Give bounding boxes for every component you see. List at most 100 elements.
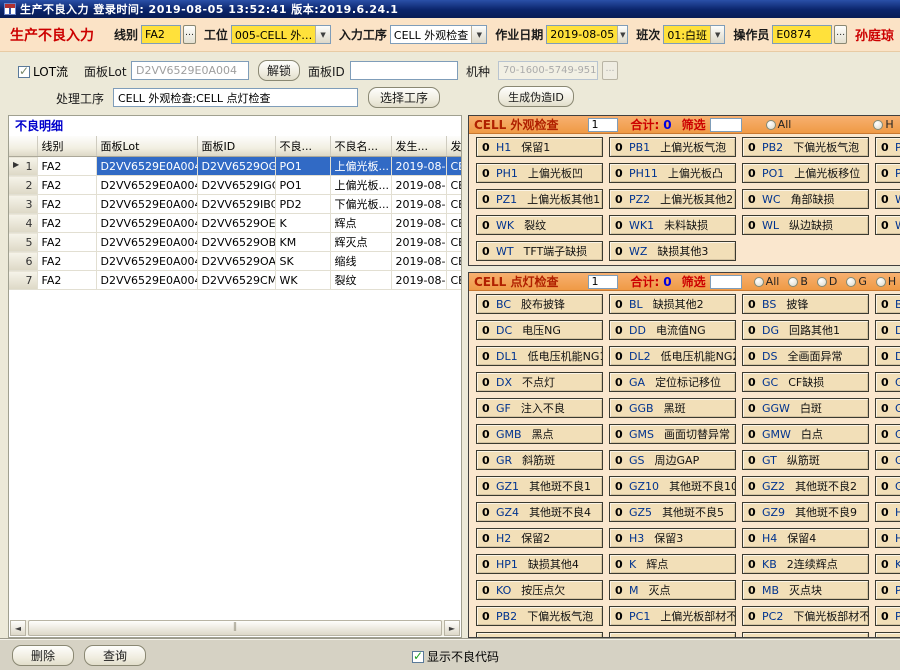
scroll-right-icon[interactable]: ► [444, 620, 460, 636]
defect-button[interactable]: 0D [875, 346, 900, 366]
horizontal-scrollbar[interactable]: ◄ ► [10, 620, 460, 636]
table-row[interactable]: 7FA2D2VV6529E0A004D2VV6529CMBWK裂纹2019-08… [9, 271, 462, 290]
defect-button[interactable]: 0H4保留4 [742, 528, 869, 548]
defect-button[interactable]: 0K [875, 554, 900, 574]
defect-button[interactable]: 0DS全画面异常 [742, 346, 869, 366]
grid-column-header[interactable]: 发生... [391, 136, 446, 157]
chevron-down-icon[interactable]: ▼ [617, 26, 627, 43]
defect-button[interactable]: 0DX不点灯 [476, 372, 603, 392]
defect-button[interactable]: 0BS披锋 [742, 294, 869, 314]
defect-button[interactable]: 0GGB黑斑 [609, 398, 736, 418]
table-row[interactable]: 4FA2D2VV6529E0A004D2VV6529OEEK辉点2019-08-… [9, 214, 462, 233]
line-browse-button[interactable]: … [183, 25, 196, 44]
defect-button[interactable]: 0GGW白斑 [742, 398, 869, 418]
defect-button[interactable]: 0GF注入不良 [476, 398, 603, 418]
defect-button[interactable]: 0G [875, 398, 900, 418]
defect-button[interactable]: 0WZ缺损其他3 [609, 241, 736, 261]
defect-button[interactable]: 0GZ4其他斑不良4 [476, 502, 603, 522]
filter-radio[interactable]: H [876, 275, 896, 288]
defect-button[interactable]: 0KB2连续辉点 [742, 554, 869, 574]
show-codes-checkbox[interactable]: 显示不良代码 [412, 648, 499, 665]
shift-combo[interactable]: 01:白班 ▼ [663, 25, 725, 44]
defect-button[interactable]: 0GZ1其他斑不良1 [476, 476, 603, 496]
defect-button[interactable]: 0WK1未料缺损 [609, 215, 736, 235]
work-date-combo[interactable]: 2019-08-05 ▼ [546, 25, 628, 44]
defect-button[interactable]: 0DD电流值NG [609, 320, 736, 340]
defect-button[interactable]: 0B [875, 294, 900, 314]
defect-button[interactable]: 0P [875, 580, 900, 600]
filter-radio[interactable]: H [873, 118, 893, 131]
defect-button[interactable]: 0P [875, 137, 900, 157]
handle-process-input[interactable]: CELL 外观检查;CELL 点灯检查 [113, 88, 358, 107]
grid-column-header[interactable]: 线别 [37, 136, 96, 157]
defect-button[interactable]: 0GZ5其他斑不良5 [609, 502, 736, 522]
row-header[interactable]: 5 [9, 233, 37, 252]
defect-button[interactable]: 0GS周边GAP [609, 450, 736, 470]
grid-column-header[interactable] [9, 136, 37, 157]
defect-button[interactable]: 0W [875, 215, 900, 235]
generate-fake-id-button[interactable]: 生成伪造ID [498, 86, 574, 107]
defect-button[interactable]: 0K辉点 [609, 554, 736, 574]
defect-button[interactable]: 0GR斜筋斑 [476, 450, 603, 470]
defect-button[interactable]: 0GZ10其他斑不良10 [609, 476, 736, 496]
defect-button[interactable]: 0DL1低电压机能NG1 [476, 346, 603, 366]
defect-button[interactable]: 0MB灭点块 [742, 580, 869, 600]
defect-button[interactable]: 0P [875, 606, 900, 626]
panel-count-input[interactable] [588, 118, 618, 132]
defect-button[interactable]: 0PB1上偏光板气泡 [609, 137, 736, 157]
filter-radio[interactable]: All [766, 118, 792, 131]
row-header[interactable]: 7 [9, 271, 37, 290]
defect-button[interactable]: 0PB2下偏光板气泡 [742, 137, 869, 157]
defect-button[interactable]: 0PH11上偏光板凸 [609, 163, 736, 183]
defect-button[interactable]: 0G [875, 450, 900, 470]
defect-button[interactable]: 0GCCF缺损 [742, 372, 869, 392]
defect-button[interactable]: 0GZ2其他斑不良2 [742, 476, 869, 496]
defect-button[interactable]: 0BL缺损其他2 [609, 294, 736, 314]
panel-count-input[interactable] [588, 275, 618, 289]
table-row[interactable]: ▶1FA2D2VV6529E0A004D2VV6529OGDPO1上偏光板...… [9, 157, 462, 176]
defect-button[interactable]: 0WK裂纹 [476, 215, 603, 235]
panel-lot-input[interactable]: D2VV6529E0A004 [131, 61, 249, 80]
row-header[interactable]: 3 [9, 195, 37, 214]
defect-button[interactable]: 0PZ2上偏光板其他2 [609, 189, 736, 209]
grid-column-header[interactable]: 发生 [446, 136, 462, 157]
process-combo[interactable]: CELL 外观检查 ▼ [390, 25, 487, 44]
operator-field[interactable]: E0874 [772, 25, 832, 44]
filter-radio[interactable]: B [788, 275, 808, 288]
defect-button[interactable]: 0H2保留2 [476, 528, 603, 548]
lot-flow-checkbox[interactable]: LOT流 [18, 63, 68, 80]
defect-button[interactable]: 0WL纵边缺损 [742, 215, 869, 235]
defect-button[interactable]: 0H3保留3 [609, 528, 736, 548]
defect-button[interactable]: 0M灭点 [609, 580, 736, 600]
radio-icon[interactable] [876, 277, 886, 287]
defect-button[interactable]: 0GA定位标记移位 [609, 372, 736, 392]
query-button[interactable]: 查询 [84, 645, 146, 666]
radio-icon[interactable] [754, 277, 764, 287]
defect-button[interactable]: 0PH1上偏光板凹 [476, 163, 603, 183]
defect-button[interactable]: 0G [875, 476, 900, 496]
chevron-down-icon[interactable]: ▼ [315, 26, 330, 43]
scrollbar-thumb[interactable] [28, 620, 442, 636]
radio-icon[interactable] [817, 277, 827, 287]
defect-button[interactable]: 0G [875, 424, 900, 444]
row-header[interactable]: 4 [9, 214, 37, 233]
defect-button[interactable]: 0WC角部缺损 [742, 189, 869, 209]
scroll-left-icon[interactable]: ◄ [10, 620, 26, 636]
filter-radio[interactable]: G [846, 275, 867, 288]
defect-button[interactable]: 0HP1缺损其他4 [476, 554, 603, 574]
defect-button[interactable]: 0GMS画面切替异常 [609, 424, 736, 444]
defect-button[interactable]: 0KO按压点欠 [476, 580, 603, 600]
defect-button[interactable]: 0PC1上偏光板部材不良 [609, 606, 736, 626]
filter-input[interactable] [710, 275, 742, 289]
defect-button[interactable]: 0GMW白点 [742, 424, 869, 444]
chevron-down-icon[interactable]: ▼ [710, 26, 724, 43]
defect-button[interactable]: 0PZ1上偏光板其他1 [476, 189, 603, 209]
radio-icon[interactable] [766, 120, 776, 130]
defect-button[interactable]: 0GZ9其他斑不良9 [742, 502, 869, 522]
radio-icon[interactable] [873, 120, 883, 130]
row-header[interactable]: 2 [9, 176, 37, 195]
delete-button[interactable]: 删除 [12, 645, 74, 666]
station-combo[interactable]: 005-CELL 外… ▼ [231, 25, 331, 44]
defect-button[interactable]: 0DL2低电压机能NG2 [609, 346, 736, 366]
row-header[interactable]: 6 [9, 252, 37, 271]
